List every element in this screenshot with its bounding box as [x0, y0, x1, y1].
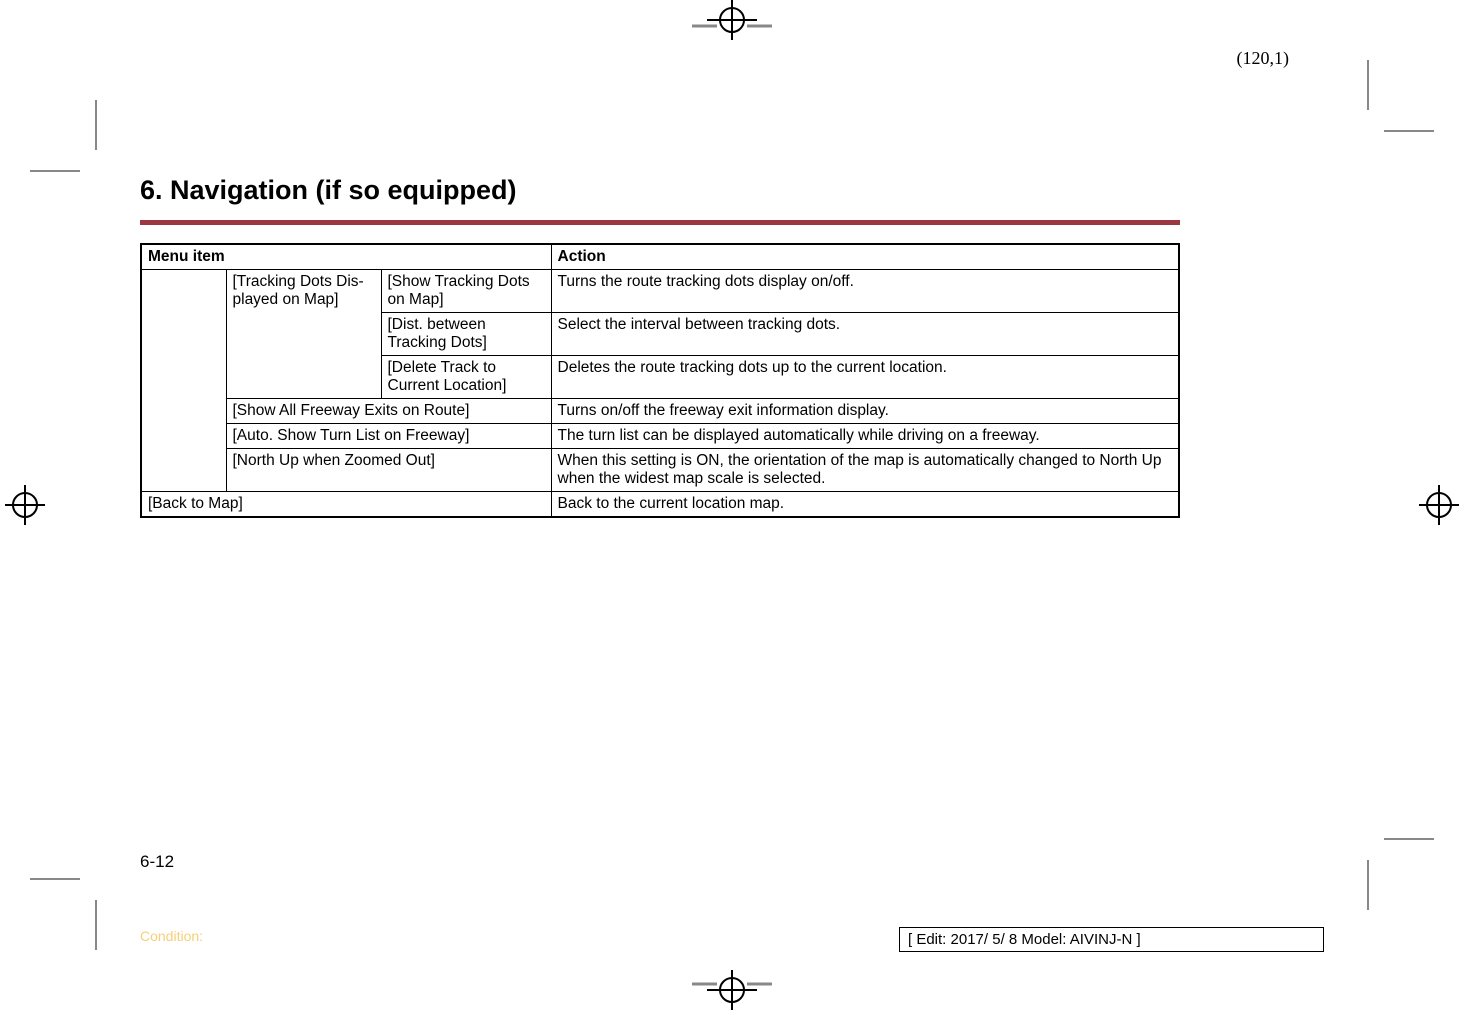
edit-info-box: [ Edit: 2017/ 5/ 8 Model: AIVINJ-N ] — [899, 927, 1324, 952]
crop-mark — [30, 170, 80, 172]
table-cell-submenu: [Show Tracking Dots on Map] — [381, 270, 551, 313]
table-cell-action: When this setting is ON, the orientation… — [551, 449, 1179, 492]
table-cell-action: The turn list can be displayed automatic… — [551, 424, 1179, 449]
page-coordinate: (120,1) — [1237, 48, 1290, 69]
crop-mark — [95, 900, 97, 950]
registration-mark-bottom — [692, 970, 772, 1010]
table-cell-menu: [Back to Map] — [141, 492, 551, 518]
table-cell-menu: [North Up when Zoomed Out] — [226, 449, 551, 492]
table-cell-action: Deletes the route tracking dots up to th… — [551, 356, 1179, 399]
condition-label: Condition: — [140, 928, 203, 944]
table-cell-menu: [Show All Freeway Exits on Route] — [226, 399, 551, 424]
table-cell-menu: [Tracking Dots Dis-played on Map] — [226, 270, 381, 399]
table-cell-parent-blank — [141, 270, 226, 492]
table-cell-action: Back to the current location map. — [551, 492, 1179, 518]
table-cell-action: Select the interval between tracking dot… — [551, 313, 1179, 356]
crop-mark — [1384, 130, 1434, 132]
crop-mark — [1384, 838, 1434, 840]
table-cell-submenu: [Dist. between Tracking Dots] — [381, 313, 551, 356]
page-number: 6-12 — [140, 852, 174, 872]
table-cell-action: Turns the route tracking dots display on… — [551, 270, 1179, 313]
crop-mark — [1367, 60, 1369, 110]
settings-table: Menu item Action [Tracking Dots Dis-play… — [140, 243, 1180, 518]
cross-register-left — [5, 485, 45, 525]
cross-register-right — [1419, 485, 1459, 525]
registration-mark-top — [692, 0, 772, 40]
page-content: 6. Navigation (if so equipped) Menu item… — [140, 175, 1180, 518]
crop-mark — [30, 878, 80, 880]
table-cell-menu: [Auto. Show Turn List on Freeway] — [226, 424, 551, 449]
table-header-action: Action — [551, 244, 1179, 270]
section-divider-bar — [140, 220, 1180, 225]
table-cell-submenu: [Delete Track to Current Location] — [381, 356, 551, 399]
table-header-menu: Menu item — [141, 244, 551, 270]
section-title: 6. Navigation (if so equipped) — [140, 175, 1180, 206]
crop-mark — [1367, 860, 1369, 910]
crop-mark — [95, 100, 97, 150]
table-cell-action: Turns on/off the freeway exit informatio… — [551, 399, 1179, 424]
